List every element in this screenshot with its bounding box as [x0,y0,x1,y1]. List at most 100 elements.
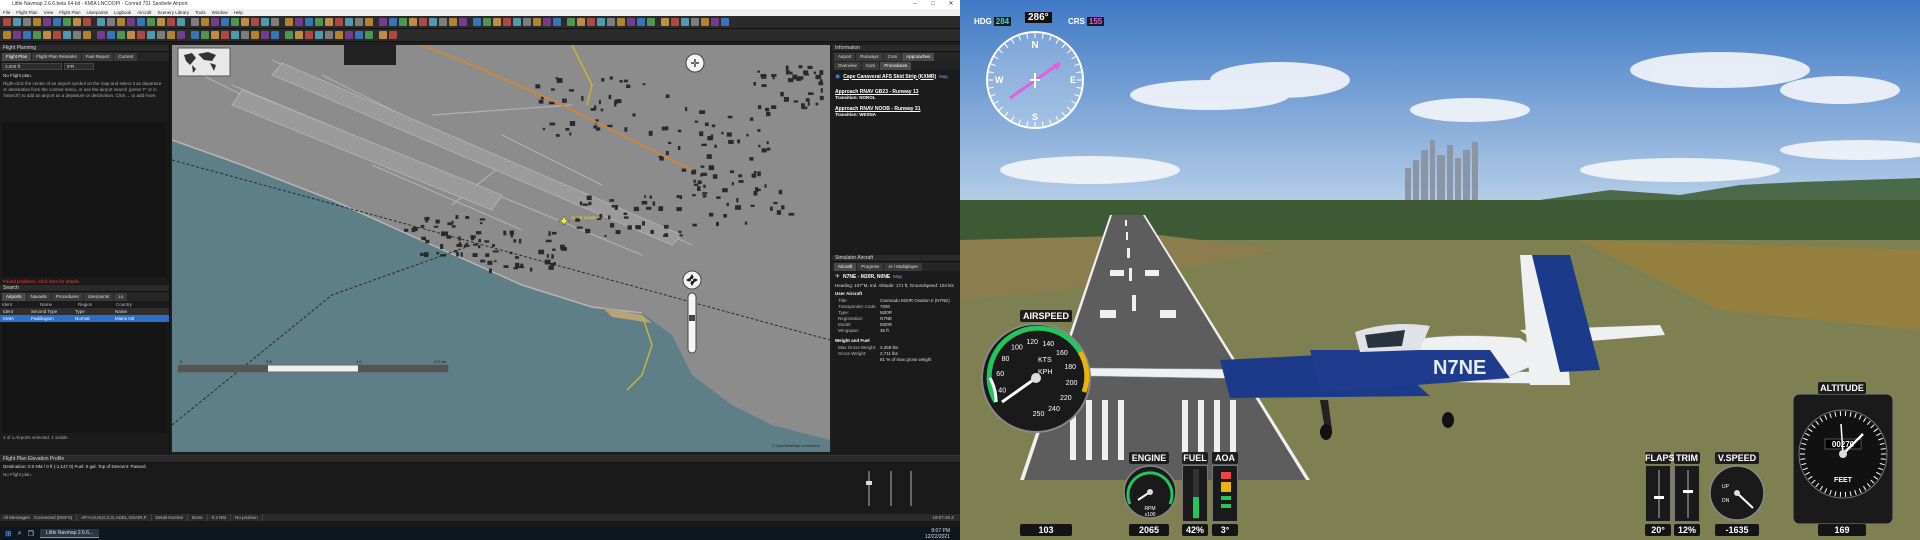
pan-control-icon[interactable] [682,270,702,290]
tab-overview[interactable]: Overview [834,62,861,70]
menu-item-9[interactable]: Window [212,9,228,16]
search-tab-3[interactable]: Userpoints [83,293,114,301]
toolbar-button-icon[interactable] [315,31,323,39]
search-tab-0[interactable]: Airports [2,293,26,301]
toolbar-button-icon[interactable] [147,31,155,39]
sim-aircraft-tab-0[interactable]: Aircraft [834,263,857,271]
toolbar-button-icon[interactable] [483,18,491,26]
toolbar-button-icon[interactable] [251,31,259,39]
toolbar-button-icon[interactable] [701,18,709,26]
column-header-1[interactable]: Second Type [28,308,72,315]
toolbar-button-icon[interactable] [191,18,199,26]
toolbar-button-icon[interactable] [473,18,481,26]
toolbar-button-icon[interactable] [325,31,333,39]
toolbar-button-icon[interactable] [63,18,71,26]
toolbar-button-icon[interactable] [221,31,229,39]
info-tab-1[interactable]: Runways [856,53,883,61]
toolbar-button-icon[interactable] [167,31,175,39]
toolbar-button-icon[interactable] [335,31,343,39]
toolbar-button-icon[interactable] [201,31,209,39]
profile-slider-handle[interactable] [866,481,872,485]
flight-plan-tab-3[interactable]: Current [114,53,138,61]
toolbar-button-icon[interactable] [231,18,239,26]
menu-item-8[interactable]: Tools [195,9,206,16]
toolbar-button-icon[interactable] [419,18,427,26]
toolbar-button-icon[interactable] [271,18,279,26]
flight-plan-tab-1[interactable]: Flight Plan Remarks [32,53,81,61]
menu-item-2[interactable]: View [44,9,54,16]
column-header-0[interactable]: Ident [0,308,28,315]
windows-start-icon[interactable]: ⊞ [5,529,12,538]
toolbar-button-icon[interactable] [33,31,41,39]
toolbar-button-icon[interactable] [335,18,343,26]
toolbar-button-icon[interactable] [607,18,615,26]
sim-aircraft-tab-1[interactable]: Progress [857,263,884,271]
toolbar-button-icon[interactable] [127,18,135,26]
toolbar-button-icon[interactable] [107,18,115,26]
column-header-2[interactable]: Type [72,308,112,315]
toolbar-button-icon[interactable] [221,18,229,26]
close-icon[interactable]: ✕ [942,0,960,9]
toolbar-button-icon[interactable] [513,18,521,26]
toolbar-button-icon[interactable] [271,31,279,39]
sim-map-link[interactable]: Map [893,274,902,279]
menu-item-10[interactable]: Help [234,9,243,16]
toolbar-button-icon[interactable] [241,31,249,39]
toolbar-button-icon[interactable] [137,18,145,26]
toolbar-button-icon[interactable] [567,18,575,26]
info-tab-2[interactable]: Com [883,53,902,61]
toolbar-button-icon[interactable] [201,18,209,26]
toolbar-button-icon[interactable] [137,31,145,39]
toolbar-button-icon[interactable] [305,18,313,26]
toolbar-button-icon[interactable] [177,18,185,26]
toolbar-button-icon[interactable] [73,31,81,39]
toolbar-button-icon[interactable] [449,18,457,26]
toolbar-button-icon[interactable] [127,31,135,39]
toolbar-button-icon[interactable] [389,31,397,39]
toolbar-button-icon[interactable] [355,31,363,39]
toolbar-button-icon[interactable] [241,18,249,26]
toolbar-button-icon[interactable] [83,31,91,39]
maximize-icon[interactable]: □ [924,0,942,9]
column-header-3[interactable]: Name [112,308,162,315]
taskbar-app-littlenavmap[interactable]: Little Navmap 2.6.6... [39,529,100,538]
toolbar-button-icon[interactable] [157,31,165,39]
toolbar-button-icon[interactable] [13,18,21,26]
info-tab-0[interactable]: Airport [834,53,856,61]
toolbar-button-icon[interactable] [261,31,269,39]
toolbar-button-icon[interactable] [73,18,81,26]
airport-link[interactable]: Cape Canaveral AFS Skid Strip (KXMR) [843,74,936,80]
info-tab-3[interactable]: Approaches [902,53,935,61]
toolbar-button-icon[interactable] [409,18,417,26]
tab-procedures[interactable]: Procedures [880,62,912,70]
toolbar-button-icon[interactable] [503,18,511,26]
toolbar-button-icon[interactable] [711,18,719,26]
menu-item-7[interactable]: Scenery Library [158,9,190,16]
map-view[interactable]: N7NE 10,500 ft ✛ 0 0.5 1.0 1.5 nm © Open… [172,45,830,452]
toolbar-button-icon[interactable] [543,18,551,26]
toolbar-button-icon[interactable] [399,18,407,26]
map-canvas[interactable]: N7NE 10,500 ft ✛ 0 0.5 1.0 1.5 nm © Open… [172,45,830,452]
toolbar-button-icon[interactable] [3,31,11,39]
toolbar-button-icon[interactable] [285,31,293,39]
toolbar-button-icon[interactable] [43,31,51,39]
toolbar-button-icon[interactable] [167,18,175,26]
toolbar-button-icon[interactable] [285,18,293,26]
map-link[interactable]: Map [939,74,948,79]
toolbar-button-icon[interactable] [493,18,501,26]
toolbar-button-icon[interactable] [251,18,259,26]
toolbar-button-icon[interactable] [325,18,333,26]
toolbar-button-icon[interactable] [355,18,363,26]
toolbar-button-icon[interactable] [647,18,655,26]
toolbar-button-icon[interactable] [211,31,219,39]
toolbar-button-icon[interactable] [231,31,239,39]
toolbar-button-icon[interactable] [617,18,625,26]
cruise-altitude-field[interactable]: 3,000 ft [2,63,62,70]
toolbar-button-icon[interactable] [53,31,61,39]
toolbar-button-icon[interactable] [691,18,699,26]
toolbar-button-icon[interactable] [157,18,165,26]
toolbar-button-icon[interactable] [459,18,467,26]
toolbar-button-icon[interactable] [365,31,373,39]
toolbar-button-icon[interactable] [637,18,645,26]
menu-item-0[interactable]: File [3,9,10,16]
